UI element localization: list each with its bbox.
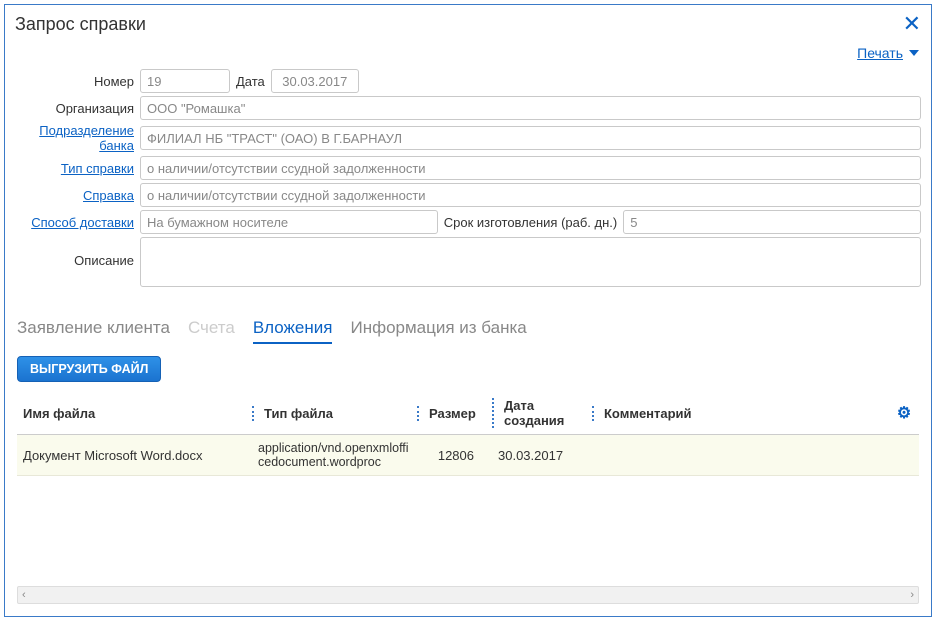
date-label: Дата: [230, 74, 271, 89]
tab-bank-info[interactable]: Информация из банка: [350, 318, 526, 344]
delivery-label[interactable]: Способ доставки: [15, 215, 140, 230]
term-label: Срок изготовления (раб. дн.): [438, 215, 624, 230]
col-size[interactable]: Размер: [417, 404, 492, 423]
cert-input[interactable]: [140, 183, 921, 207]
print-link-label: Печать: [857, 45, 903, 61]
form: Номер Дата Организация Подразделение бан…: [5, 69, 931, 300]
desc-label: Описание: [15, 237, 140, 268]
org-input[interactable]: [140, 96, 921, 120]
table-settings[interactable]: ⚙: [889, 403, 919, 423]
cell-type: application/vnd.openxmlofficedocument.wo…: [252, 441, 417, 469]
tab-client[interactable]: Заявление клиента: [17, 318, 170, 344]
cell-name: Документ Microsoft Word.docx: [17, 448, 252, 463]
horizontal-scrollbar[interactable]: [17, 586, 919, 604]
toolbar: Печать: [5, 41, 931, 69]
window-title: Запрос справки: [15, 14, 903, 35]
tab-accounts: Счета: [188, 318, 235, 344]
upload-button[interactable]: ВЫГРУЗИТЬ ФАЙЛ: [17, 356, 161, 382]
col-comment[interactable]: Комментарий: [592, 404, 889, 423]
number-input[interactable]: [140, 69, 230, 93]
dialog-window: Запрос справки ✕ Печать Номер Дата Орган…: [4, 4, 932, 617]
org-label: Организация: [15, 101, 140, 116]
delivery-input[interactable]: [140, 210, 438, 234]
col-date[interactable]: Дата создания: [492, 396, 592, 430]
col-name[interactable]: Имя файла: [17, 404, 252, 423]
table-row[interactable]: Документ Microsoft Word.docx application…: [17, 435, 919, 476]
gear-icon: ⚙: [897, 405, 911, 422]
print-link[interactable]: Печать: [857, 45, 919, 61]
term-input[interactable]: [623, 210, 921, 234]
table-header: Имя файла Тип файла Размер Дата создания…: [17, 392, 919, 435]
cert-label[interactable]: Справка: [15, 188, 140, 203]
tab-attachments[interactable]: Вложения: [253, 318, 333, 344]
cert-type-label[interactable]: Тип справки: [15, 161, 140, 176]
tab-body-attachments: ВЫГРУЗИТЬ ФАЙЛ Имя файла Тип файла Разме…: [5, 344, 931, 578]
cert-type-input[interactable]: [140, 156, 921, 180]
chevron-down-icon: [909, 50, 919, 56]
col-type[interactable]: Тип файла: [252, 404, 417, 423]
attachments-table: Имя файла Тип файла Размер Дата создания…: [17, 392, 919, 578]
bank-unit-label[interactable]: Подразделение банка: [15, 123, 140, 153]
bank-unit-input[interactable]: [140, 126, 921, 150]
titlebar: Запрос справки ✕: [5, 5, 931, 41]
tabs: Заявление клиента Счета Вложения Информа…: [5, 300, 931, 344]
cell-size: 12806: [417, 448, 492, 463]
date-input[interactable]: [271, 69, 359, 93]
cell-date: 30.03.2017: [492, 448, 592, 463]
close-icon[interactable]: ✕: [903, 13, 921, 35]
number-label: Номер: [15, 74, 140, 89]
desc-input[interactable]: [140, 237, 921, 287]
